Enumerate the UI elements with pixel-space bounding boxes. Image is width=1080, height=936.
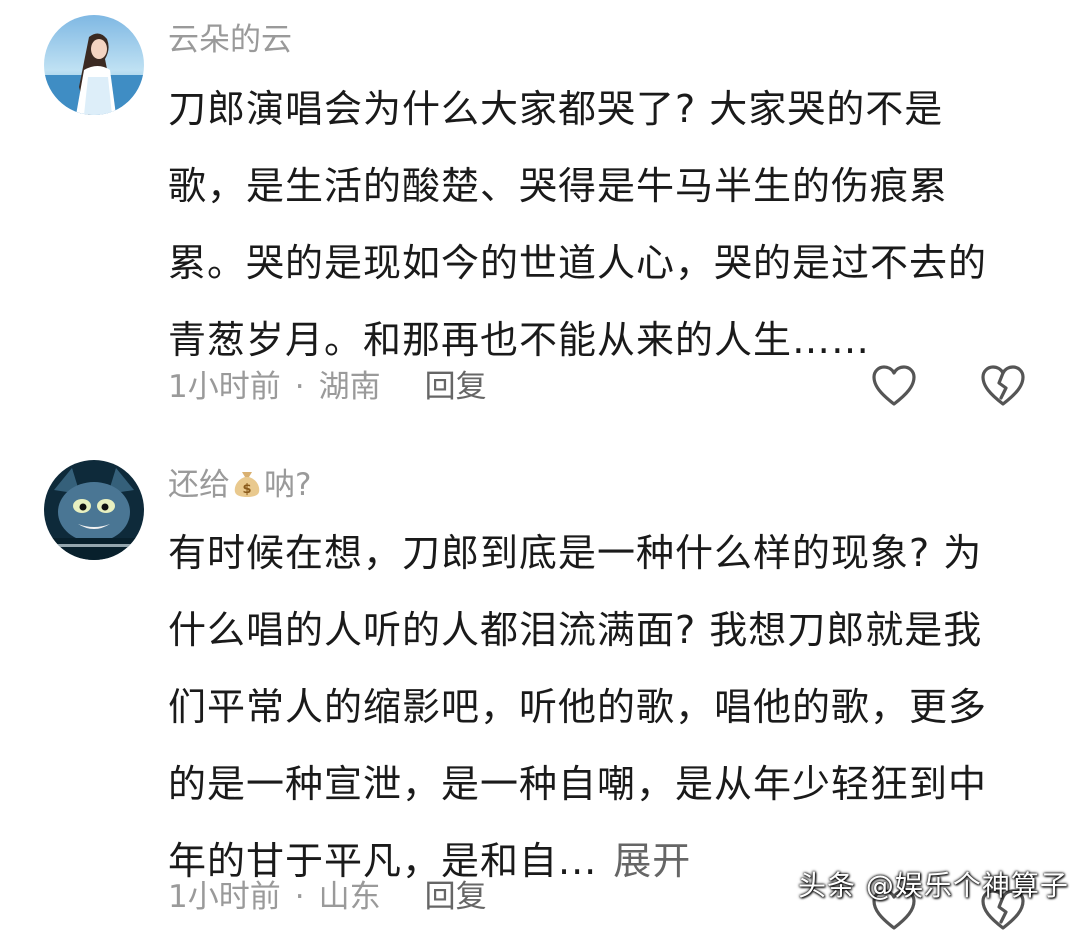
watermark: 头条 @娱乐个神算子: [798, 869, 1069, 902]
username[interactable]: 云朵的云: [168, 20, 292, 60]
reply-button[interactable]: 回复: [425, 879, 487, 915]
heart-outline-icon[interactable]: [871, 364, 917, 408]
location: 湖南: [318, 369, 381, 405]
comment-line: 累。哭的是现如今的世道人心，哭的是过不去的: [168, 241, 988, 285]
username[interactable]: 还给 $ 呐?: [168, 465, 311, 508]
separator: ·: [294, 369, 305, 405]
timestamp: 1小时前: [168, 369, 281, 405]
username-suffix: 呐?: [264, 467, 312, 503]
location: 山东: [318, 879, 381, 915]
avatar[interactable]: [44, 15, 144, 115]
username-prefix: 还给: [168, 467, 230, 503]
expand-button[interactable]: 展开: [613, 839, 691, 883]
separator: ·: [294, 879, 305, 915]
timestamp: 1小时前: [168, 879, 281, 915]
comment-line: 什么唱的人听的人都泪流满面? 我想刀郎就是我: [168, 608, 983, 652]
reply-button[interactable]: 回复: [425, 369, 487, 405]
comment-meta: 1小时前 · 湖南 回复: [168, 367, 487, 407]
broken-heart-icon[interactable]: [980, 364, 1026, 408]
comment-line: 的是一种宣泄，是一种自嘲，是从年少轻狂到中: [168, 762, 988, 806]
comment-line: 歌，是生活的酸楚、哭得是牛马半生的伤痕累: [168, 164, 949, 208]
avatar[interactable]: [44, 460, 144, 560]
comment-text: 刀郎演唱会为什么大家都哭了? 大家哭的不是 歌，是生活的酸楚、哭得是牛马半生的伤…: [168, 71, 1028, 379]
money-bag-icon: $: [232, 466, 262, 508]
svg-text:$: $: [242, 482, 251, 497]
comment-meta: 1小时前 · 山东 回复: [168, 877, 487, 917]
comment-line: 们平常人的缩影吧，听他的歌，唱他的歌，更多: [168, 685, 988, 729]
comment-text: 有时候在想，刀郎到底是一种什么样的现象? 为 什么唱的人听的人都泪流满面? 我想…: [168, 515, 1028, 900]
comment-line: 刀郎演唱会为什么大家都哭了? 大家哭的不是: [168, 87, 944, 131]
comment-line: 有时候在想，刀郎到底是一种什么样的现象? 为: [168, 531, 983, 575]
